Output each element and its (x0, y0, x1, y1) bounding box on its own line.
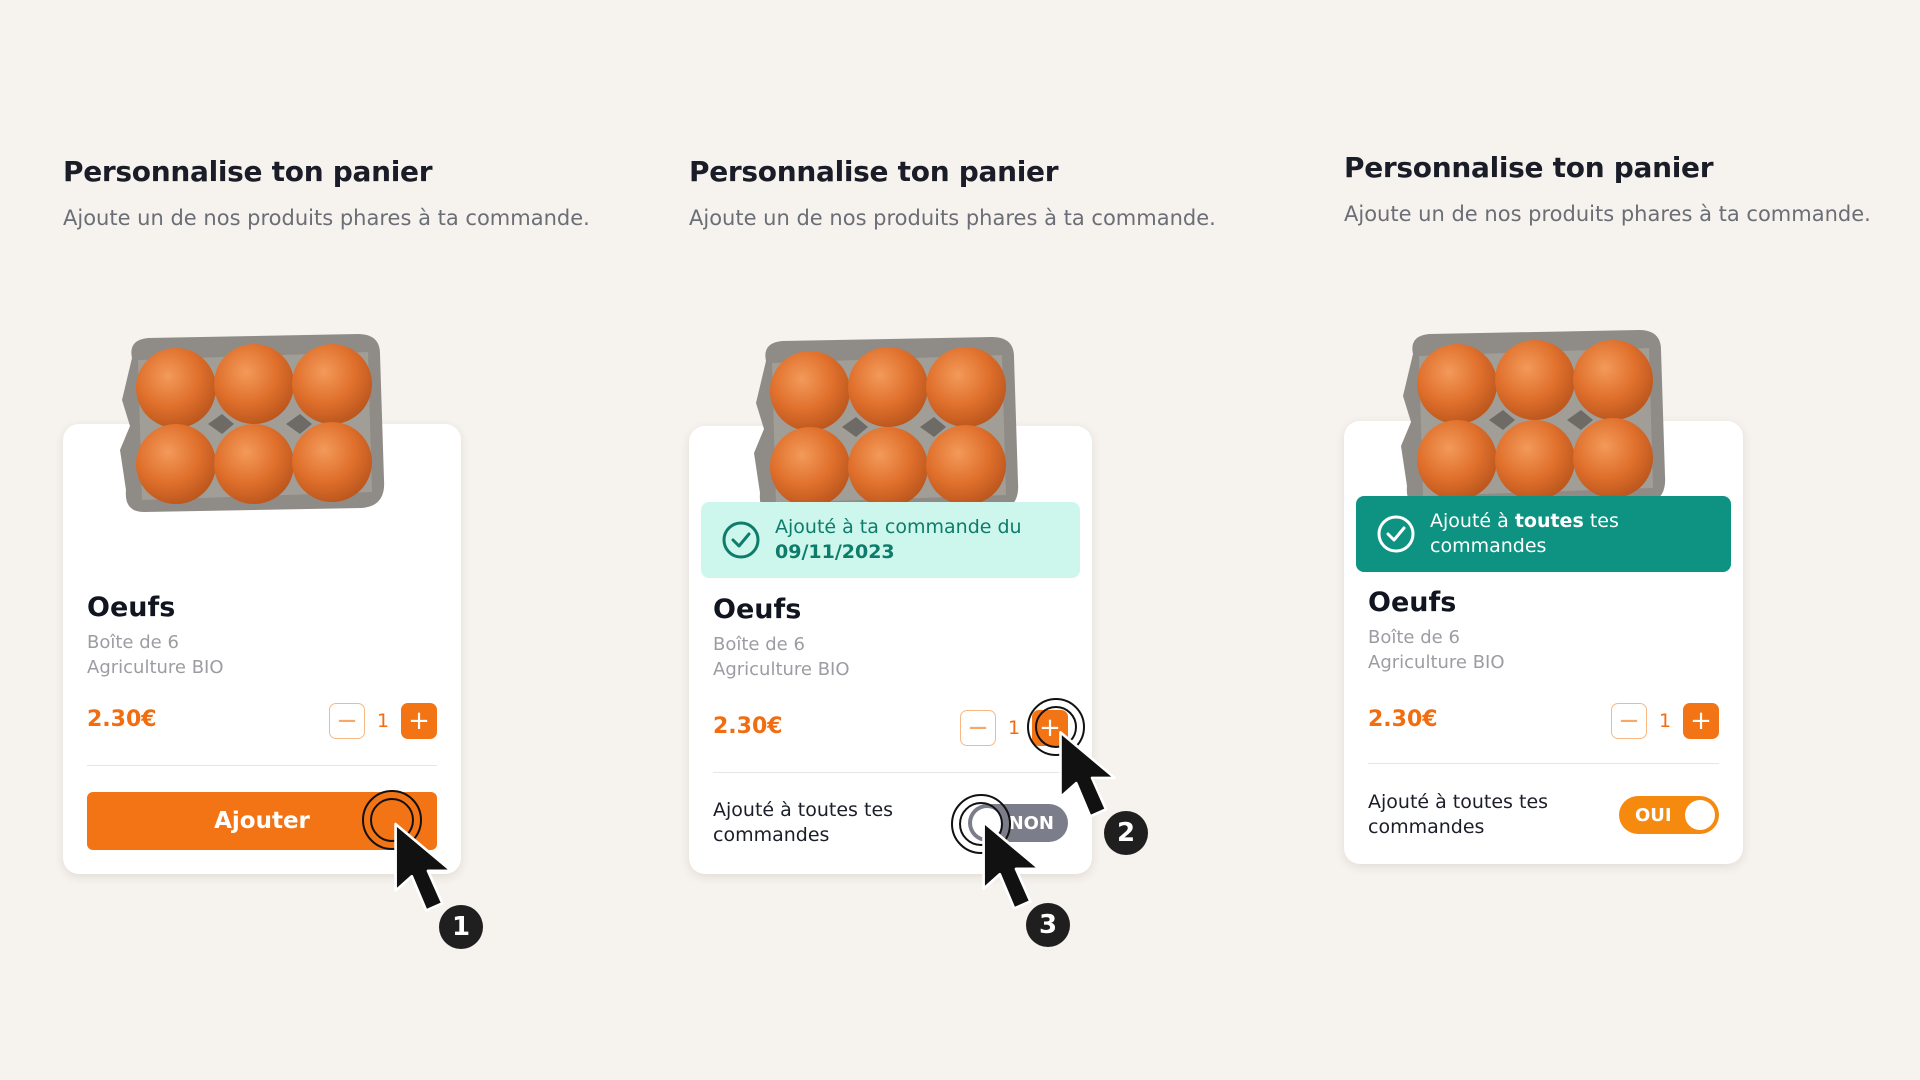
subscription-label: Ajouté à toutes tes commandes (1368, 790, 1548, 840)
product-description: Boîte de 6 Agriculture BIO (1368, 625, 1505, 675)
section-subtitle: Ajoute un de nos produits phares à ta co… (1344, 202, 1871, 226)
product-image-eggs (1399, 326, 1669, 511)
step-number-badge: 3 (1026, 903, 1070, 947)
mouse-pointer-icon (392, 820, 464, 920)
badge-text-bold: toutes (1514, 510, 1584, 532)
product-desc-line1: Boîte de 6 (713, 634, 805, 655)
decrease-quantity-button[interactable]: − (960, 710, 996, 746)
product-image-eggs (752, 333, 1022, 518)
panel-3-header: Personnalise ton panier Ajoute un de nos… (1344, 151, 1871, 226)
decrease-quantity-button[interactable]: − (1611, 703, 1647, 739)
step-number-badge: 1 (439, 905, 483, 949)
mouse-pointer-icon (1057, 728, 1127, 826)
add-to-cart-button[interactable]: Ajouter (87, 792, 437, 850)
subscription-label: Ajouté à toutes tes commandes (713, 798, 893, 848)
section-subtitle: Ajoute un de nos produits phares à ta co… (689, 206, 1216, 230)
increase-quantity-button[interactable]: + (401, 703, 437, 739)
product-image-eggs (118, 330, 388, 515)
product-price: 2.30€ (1368, 707, 1438, 732)
badge-date: 09/11/2023 (775, 541, 895, 563)
product-description: Boîte de 6 Agriculture BIO (713, 632, 850, 682)
badge-line2: commandes (1430, 535, 1547, 557)
subscription-label-line1: Ajouté à toutes tes (713, 799, 894, 821)
product-name: Oeufs (1368, 587, 1457, 618)
badge-text: Ajouté à toutes tes commandes (1430, 509, 1619, 559)
added-to-all-orders-badge: Ajouté à toutes tes commandes (1356, 496, 1731, 572)
check-circle-icon (1377, 515, 1415, 553)
minus-icon: − (336, 706, 358, 736)
subscription-toggle[interactable]: OUI (1619, 796, 1719, 834)
product-desc-line2: Agriculture BIO (713, 659, 850, 680)
product-desc-line2: Agriculture BIO (1368, 652, 1505, 673)
divider (713, 772, 1068, 773)
quantity-value: 1 (376, 710, 390, 732)
quantity-value: 1 (1658, 710, 1672, 732)
subscription-label-line2: commandes (1368, 816, 1485, 838)
quantity-stepper: − 1 + (329, 703, 437, 739)
badge-text: Ajouté à ta commande du 09/11/2023 (775, 515, 1022, 565)
quantity-stepper: − 1 + (1611, 703, 1719, 739)
section-title: Personnalise ton panier (1344, 151, 1714, 184)
section-subtitle: Ajoute un de nos produits phares à ta co… (63, 206, 590, 230)
product-desc-line1: Boîte de 6 (1368, 627, 1460, 648)
toggle-knob (1685, 800, 1715, 830)
toggle-label: OUI (1635, 804, 1672, 826)
minus-icon: − (1618, 706, 1640, 736)
product-price: 2.30€ (87, 707, 157, 732)
badge-line1: Ajouté à ta commande du (775, 516, 1022, 538)
divider (87, 765, 437, 766)
quantity-stepper: − 1 + (960, 710, 1068, 746)
panel-2-header: Personnalise ton panier Ajoute un de nos… (689, 155, 1216, 230)
product-name: Oeufs (87, 592, 176, 623)
quantity-value: 1 (1007, 717, 1021, 739)
product-name: Oeufs (713, 594, 802, 625)
panel-1-header: Personnalise ton panier Ajoute un de nos… (63, 155, 590, 230)
plus-icon: + (1690, 706, 1712, 736)
divider (1368, 763, 1719, 764)
product-desc-line2: Agriculture BIO (87, 657, 224, 678)
section-title: Personnalise ton panier (63, 155, 433, 188)
section-title: Personnalise ton panier (689, 155, 1059, 188)
product-description: Boîte de 6 Agriculture BIO (87, 630, 224, 680)
plus-icon: + (408, 706, 430, 736)
badge-text-pre: Ajouté à (1430, 510, 1509, 532)
added-to-order-badge: Ajouté à ta commande du 09/11/2023 (701, 502, 1080, 578)
check-circle-icon (722, 521, 760, 559)
step-number-badge: 2 (1104, 811, 1148, 855)
subscription-label-line2: commandes (713, 824, 830, 846)
product-price: 2.30€ (713, 714, 783, 739)
minus-icon: − (967, 713, 989, 743)
decrease-quantity-button[interactable]: − (329, 703, 365, 739)
subscription-label-line1: Ajouté à toutes tes (1368, 791, 1549, 813)
product-desc-line1: Boîte de 6 (87, 632, 179, 653)
badge-text-post: tes (1589, 510, 1619, 532)
increase-quantity-button[interactable]: + (1683, 703, 1719, 739)
